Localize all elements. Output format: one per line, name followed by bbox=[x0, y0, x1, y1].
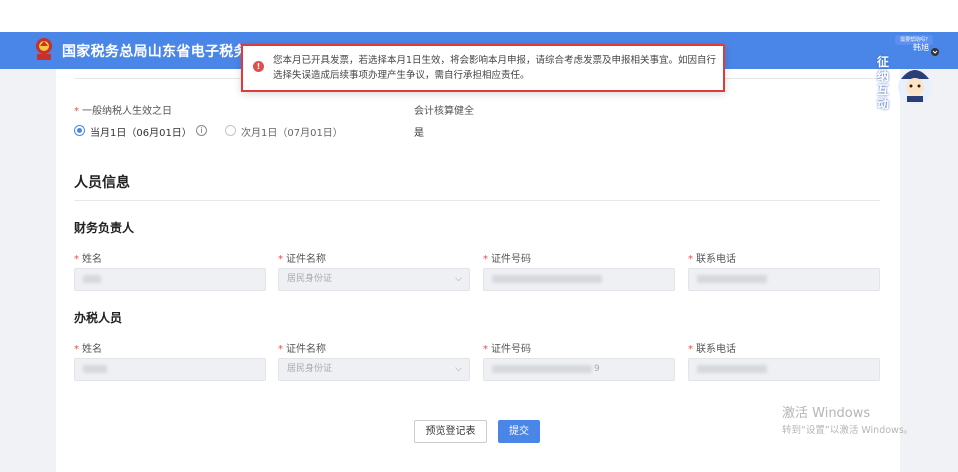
finance-name-label: * 姓名 bbox=[74, 254, 102, 265]
staff-idnum-field[interactable]: 9 bbox=[483, 358, 675, 381]
windows-activation-hint: 转到“设置”以激活 Windows。 bbox=[782, 425, 914, 436]
finance-phone-field[interactable] bbox=[688, 268, 880, 291]
radio-next-month[interactable] bbox=[225, 125, 236, 136]
effective-date-label: * 一般纳税人生效之日 bbox=[74, 106, 172, 117]
finance-head-title: 财务负责人 bbox=[74, 221, 135, 235]
staff-name-label: * 姓名 bbox=[74, 344, 102, 355]
accounting-label: 会计核算健全 bbox=[414, 106, 474, 117]
staff-phone-label: * 联系电话 bbox=[688, 344, 736, 355]
staff-name-field[interactable] bbox=[74, 358, 266, 381]
error-icon: ! bbox=[253, 61, 264, 72]
site-title: 国家税务总局山东省电子税务 bbox=[62, 44, 248, 60]
staff-idtype-label: * 证件名称 bbox=[278, 344, 326, 355]
section-title-personnel: 人员信息 bbox=[74, 175, 130, 191]
radio-next-month-label[interactable]: 次月1日（07月01日） bbox=[241, 124, 343, 139]
chevron-down-icon[interactable] bbox=[931, 48, 939, 56]
staff-idnum-label: * 证件号码 bbox=[483, 344, 531, 355]
section-divider bbox=[74, 200, 880, 201]
mascot-user-label: 韩旭 bbox=[913, 43, 929, 52]
radio-current-month-label[interactable]: 当月1日（06月01日） bbox=[90, 124, 192, 139]
windows-activation-title: 激活 Windows bbox=[782, 406, 871, 421]
staff-phone-field[interactable] bbox=[688, 358, 880, 381]
accounting-value: 是 bbox=[414, 128, 424, 139]
toast-message: 您本月已开具发票，若选择本月1日生效，将会影响本月申报，请综合考虑发票及申报相关… bbox=[273, 55, 717, 81]
tax-emblem-icon bbox=[36, 38, 52, 60]
chevron-down-icon: ⌵ bbox=[455, 364, 462, 374]
info-icon[interactable]: i bbox=[196, 125, 207, 136]
mascot-badge: 征纳互动 bbox=[877, 55, 890, 111]
browser-top-area bbox=[0, 0, 958, 32]
preview-form-button[interactable]: 预览登记表 bbox=[414, 420, 487, 443]
radio-current-month[interactable] bbox=[74, 125, 85, 136]
staff-idtype-select[interactable]: 居民身份证 ⌵ bbox=[278, 358, 470, 381]
submit-button[interactable]: 提交 bbox=[498, 420, 540, 443]
finance-idtype-label: * 证件名称 bbox=[278, 254, 326, 265]
finance-idnum-label: * 证件号码 bbox=[483, 254, 531, 265]
finance-idtype-select[interactable]: 居民身份证 ⌵ bbox=[278, 268, 470, 291]
finance-idnum-field[interactable] bbox=[483, 268, 675, 291]
tax-staff-title: 办税人员 bbox=[74, 311, 123, 325]
finance-name-field[interactable] bbox=[74, 268, 266, 291]
warning-toast: ! 您本月已开具发票，若选择本月1日生效，将会影响本月申报，请综合考虑发票及申报… bbox=[241, 44, 725, 92]
assistant-mascot[interactable]: 需要帮助吗? 征纳互动 韩旭 bbox=[877, 35, 939, 111]
finance-phone-label: * 联系电话 bbox=[688, 254, 736, 265]
chevron-down-icon: ⌵ bbox=[455, 274, 462, 284]
